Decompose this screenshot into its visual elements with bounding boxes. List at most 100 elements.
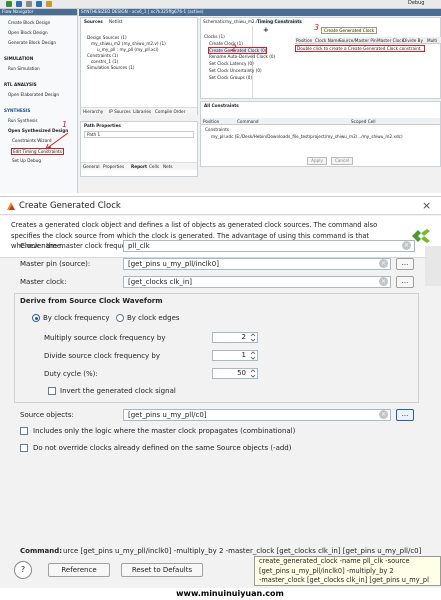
- column-header: Scoped Cell: [351, 119, 376, 124]
- flow-section[interactable]: SYNTHESIS: [4, 108, 30, 113]
- clear-icon[interactable]: ×: [379, 410, 388, 419]
- invert-label[interactable]: Invert the generated clock signal: [60, 386, 176, 396]
- stop-icon[interactable]: [26, 1, 32, 7]
- clear-icon[interactable]: ×: [379, 277, 388, 286]
- flow-item[interactable]: Set Up Debug: [12, 158, 41, 163]
- tree-item[interactable]: Set Clock Uncertainty (0): [209, 68, 262, 73]
- no-override-label[interactable]: Do not override clocks already defined o…: [33, 443, 291, 453]
- tab-ip-sources[interactable]: IP Sources: [109, 109, 131, 114]
- flow-item[interactable]: Create Block Design: [8, 20, 50, 25]
- tab-libraries[interactable]: Libraries: [133, 109, 151, 114]
- step-icon[interactable]: [16, 1, 22, 7]
- constraints-group[interactable]: Constraints: [205, 127, 229, 132]
- command-preview: urce [get_pins u_my_pll/inclk0] -multipl…: [63, 547, 422, 555]
- flow-section[interactable]: SIMULATION: [4, 56, 33, 61]
- tree-item[interactable]: Constraints (1): [87, 53, 118, 58]
- tree-item[interactable]: Rename Auto-Derived Clock (0): [209, 54, 275, 59]
- close-icon[interactable]: ×: [422, 198, 431, 214]
- source-objects-label: Source objects:: [20, 411, 74, 419]
- add-constraint-icon[interactable]: +: [263, 26, 275, 34]
- spinner-arrows-icon[interactable]: [250, 333, 256, 342]
- path-selector[interactable]: Path 1: [84, 131, 194, 138]
- command-label: Command:: [20, 547, 63, 555]
- tree-item[interactable]: Design Sources (1): [87, 35, 127, 40]
- by-frequency-label[interactable]: By clock frequency: [43, 313, 109, 323]
- flow-item[interactable]: Run Synthesis: [8, 118, 38, 123]
- master-clock-label: Master clock:: [20, 278, 67, 286]
- command-tooltip: create_generated_clock -name pll_clk -so…: [254, 556, 441, 586]
- source-objects-browse-button[interactable]: ...: [396, 409, 414, 421]
- timing-constraints-panel: Schematic my_shiwu_m2.v Timing Constrain…: [200, 17, 441, 99]
- tab-hierarchy[interactable]: Hierarchy: [83, 109, 103, 114]
- by-frequency-radio[interactable]: [32, 314, 40, 322]
- by-edges-label[interactable]: By clock edges: [127, 313, 180, 323]
- flow-item[interactable]: Run Simulation: [8, 66, 40, 71]
- tab-schematic[interactable]: Schematic: [203, 19, 225, 24]
- tooltip-line: -master_clock [get_clocks clk_in] [get_p…: [259, 576, 429, 584]
- tree-item[interactable]: Set Clock Latency (0): [209, 61, 254, 66]
- create-generated-clock-item[interactable]: Create Generated Clock (0): [208, 47, 268, 54]
- help-button[interactable]: ?: [14, 561, 32, 579]
- clear-icon[interactable]: ×: [379, 259, 388, 268]
- tab-properties[interactable]: Properties: [103, 164, 124, 169]
- timing-hint-row[interactable]: Double click to create a Create Generate…: [295, 45, 425, 52]
- tab-timing-constraints[interactable]: Timing Constraints: [257, 19, 302, 24]
- underlying-window-strip: [425, 246, 441, 286]
- flow-item[interactable]: Generate Block Design: [8, 40, 56, 45]
- ide-background: Flow Navigator Create Block Design Open …: [0, 9, 441, 193]
- no-override-checkbox[interactable]: [20, 444, 28, 452]
- flow-item[interactable]: Open Block Design: [8, 30, 48, 35]
- tree-item[interactable]: Create Clock (1): [209, 41, 243, 46]
- tab-general[interactable]: General: [83, 164, 100, 169]
- master-pin-input[interactable]: [get_pins u_my_pll/inclk0]: [123, 258, 391, 270]
- column-header: Command: [237, 119, 259, 124]
- reference-button[interactable]: Reference: [48, 563, 110, 577]
- apply-button[interactable]: Apply: [307, 157, 327, 165]
- cancel-button[interactable]: Cancel: [331, 157, 353, 165]
- clock-name-input[interactable]: pll_clk: [123, 240, 415, 252]
- settings-icon[interactable]: [36, 1, 42, 7]
- run-icon[interactable]: [6, 1, 12, 7]
- source-objects-input[interactable]: [get_pins u_my_pll/c0]: [123, 409, 391, 421]
- flow-item[interactable]: Open Elaborated Design: [8, 92, 59, 97]
- all-constraints-panel: All Constraints Position Command Scoped …: [200, 101, 441, 167]
- tab-source-file[interactable]: my_shiwu_m2.v: [225, 19, 258, 24]
- column-header: Clock Name: [315, 38, 341, 43]
- master-pin-browse-button[interactable]: ...: [396, 258, 414, 270]
- tab-nets[interactable]: Nets: [163, 164, 173, 169]
- tab-netlist[interactable]: Netlist: [109, 19, 123, 24]
- tree-item[interactable]: Simulation Sources (1): [87, 65, 134, 70]
- tab-sources[interactable]: Sources: [84, 19, 103, 24]
- clock-name-label: Clock name:: [20, 242, 64, 250]
- divide-label: Divide source clock frequency by: [44, 352, 160, 360]
- reset-defaults-button[interactable]: Reset to Defaults: [121, 563, 203, 577]
- clear-icon[interactable]: ×: [402, 241, 411, 250]
- watermark: www.minuinuiyuan.com: [176, 589, 284, 598]
- includes-label[interactable]: Includes only the logic where the master…: [33, 426, 295, 436]
- master-clock-input[interactable]: [get_clocks clk_in]: [123, 276, 391, 288]
- multiply-label: Multiply source clock frequency by: [44, 334, 166, 342]
- spinner-arrows-icon[interactable]: [250, 351, 256, 360]
- spinner-arrows-icon[interactable]: [250, 369, 256, 378]
- tab-compile-order[interactable]: Compile Order: [155, 109, 185, 114]
- tree-item[interactable]: constrs_1 (1): [91, 59, 118, 64]
- tree-item[interactable]: Clocks (1): [204, 34, 225, 39]
- dialog-title: Create Generated Clock: [19, 201, 121, 211]
- tab-report[interactable]: Report: [131, 164, 147, 169]
- tab-cells[interactable]: Cells: [149, 164, 159, 169]
- invert-checkbox[interactable]: [48, 387, 56, 395]
- tree-item[interactable]: Set Clock Groups (0): [209, 75, 252, 80]
- tree-item[interactable]: u_my_pll : my_pll (my_pll.xci): [97, 47, 159, 52]
- column-header: Position: [203, 119, 220, 124]
- report-icon[interactable]: [46, 1, 52, 7]
- layout-selector[interactable]: Debug: [408, 1, 424, 6]
- constraints-row[interactable]: my_pll.xdc (E:/Desk/Hebin/Downloads_file…: [211, 134, 437, 139]
- tooltip: Create Generated Clock: [321, 27, 378, 34]
- column-header: Divide By: [403, 38, 423, 43]
- by-edges-radio[interactable]: [116, 314, 124, 322]
- sources-subtabs: Hierarchy IP Sources Libraries Compile O…: [81, 107, 197, 115]
- includes-checkbox[interactable]: [20, 427, 28, 435]
- tree-item[interactable]: my_shiwu_m2 (my_shiwu_m2.v) (1): [91, 41, 166, 46]
- master-clock-browse-button[interactable]: ...: [396, 276, 414, 288]
- flow-section[interactable]: RTL ANALYSIS: [4, 82, 37, 87]
